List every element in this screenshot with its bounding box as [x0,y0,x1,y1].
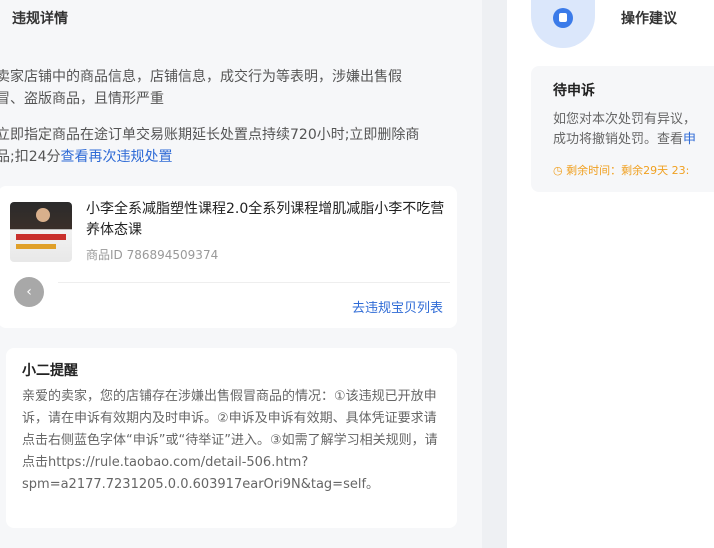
product-title[interactable]: 小李全系减脂塑性课程2.0全系列课程增肌减脂小李不吃营养体态课 [86,199,448,241]
reminder-card: 小二提醒 亲爱的卖家，您的店铺存在涉嫌出售假冒商品的情况：①该违规已开放申诉，请… [6,348,457,528]
pending-appeal-card: 待申诉 如您对本次处罚有异议， 成功将撤销处罚。查看申 ◷ 剩余时间：剩余29天… [531,66,714,192]
pending-appeal-title: 待申诉 [553,83,595,99]
remaining-time-text: 剩余时间：剩余29天 23: [566,164,690,177]
product-thumbnail[interactable] [10,202,72,262]
product-card: 小李全系减脂塑性课程2.0全系列课程增肌减脂小李不吃营养体态课 商品ID 786… [0,186,457,328]
advice-title: 操作建议 [621,11,677,27]
operation-advice-panel: 操作建议 待申诉 如您对本次处罚有异议， 成功将撤销处罚。查看申 ◷ 剩余时间：… [507,0,714,548]
divider [58,282,450,283]
product-id: 商品ID 786894509374 [86,248,219,262]
penalty-description: 立即指定商品在途订单交易账期延长处置点持续720小时;立即删除商 品;扣24分查… [0,124,476,168]
chevron-left-icon[interactable]: ‹ [14,277,44,307]
view-repeat-violation-link[interactable]: 查看再次违规处置 [61,149,173,165]
pending-appeal-body: 如您对本次处罚有异议， 成功将撤销处罚。查看申 [553,110,714,150]
reminder-body: 亲爱的卖家，您的店铺存在涉嫌出售假冒商品的情况：①该违规已开放申诉，请在申诉有效… [22,389,438,492]
clock-icon: ◷ [553,164,567,177]
lightbulb-icon [531,0,595,48]
appeal-line-2: 成功将撤销处罚。查看 [553,132,684,147]
appeal-link[interactable]: 申 [683,132,696,147]
violation-detail-panel: 违规详情 卖家店铺中的商品信息，店铺信息，成交行为等表明，涉嫌出售假 冒、盗版商… [0,0,482,548]
panel-title: 违规详情 [12,11,68,27]
remaining-time: ◷ 剩余时间：剩余29天 23: [553,162,714,178]
reminder-title: 小二提醒 [22,363,78,379]
go-violation-items-link[interactable]: 去违规宝贝列表 [352,297,443,316]
appeal-line-1: 如您对本次处罚有异议， [553,112,697,127]
violation-description: 卖家店铺中的商品信息，店铺信息，成交行为等表明，涉嫌出售假 冒、盗版商品，且情形… [0,69,402,107]
